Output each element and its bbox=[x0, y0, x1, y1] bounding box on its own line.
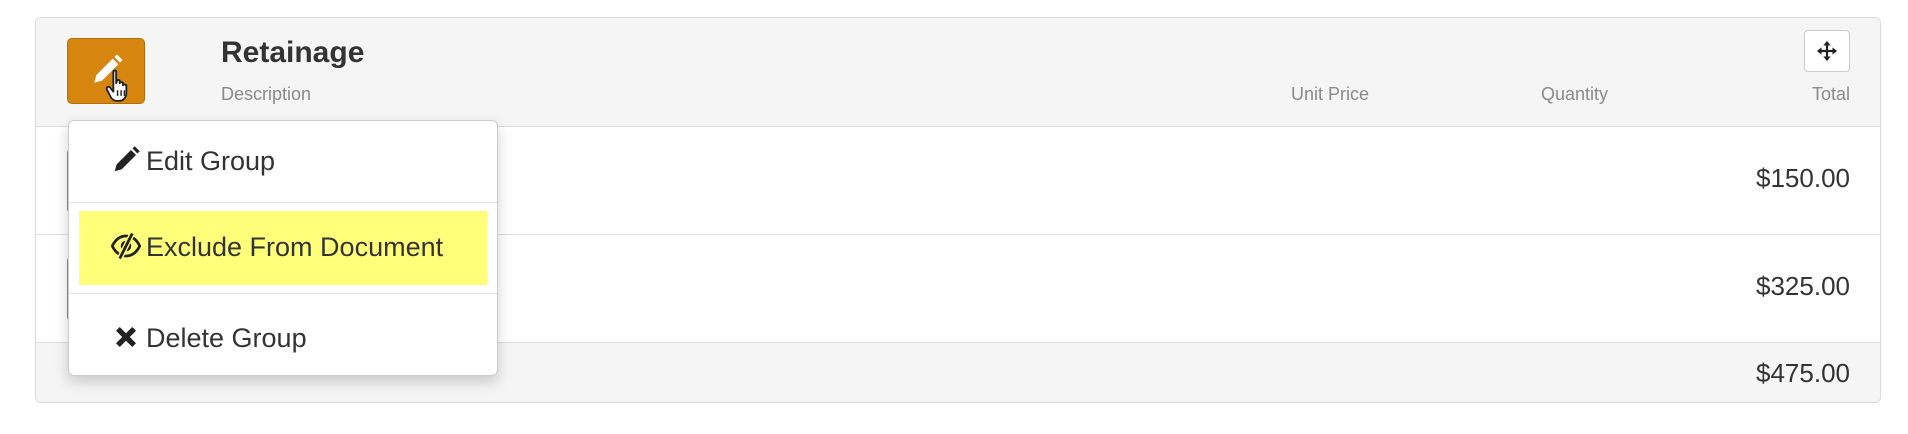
column-header-unit-price: Unit Price bbox=[1291, 84, 1370, 104]
group-total: $475.00 bbox=[1756, 358, 1850, 388]
group-header: Retainage Description Unit Price Quantit… bbox=[36, 18, 1880, 127]
move-arrows-icon bbox=[1816, 40, 1838, 62]
row-total: $150.00 bbox=[1756, 163, 1850, 193]
exclude-from-document-menu-item[interactable]: Exclude From Document bbox=[79, 211, 487, 285]
group-actions-button[interactable] bbox=[67, 38, 145, 104]
column-header-description: Description bbox=[221, 84, 312, 104]
eye-slash-icon bbox=[111, 232, 141, 260]
menu-divider bbox=[69, 293, 497, 294]
column-header-quantity: Quantity bbox=[1541, 84, 1609, 104]
menu-divider bbox=[69, 202, 497, 203]
pencil-icon bbox=[114, 146, 140, 172]
edit-group-label: Edit Group bbox=[146, 146, 276, 176]
delete-group-label: Delete Group bbox=[146, 323, 307, 353]
move-group-button[interactable] bbox=[1804, 30, 1850, 72]
group-title: Retainage bbox=[221, 36, 365, 69]
close-icon bbox=[116, 327, 136, 347]
exclude-from-document-label: Exclude From Document bbox=[146, 232, 444, 262]
hand-pointer-icon bbox=[105, 69, 128, 102]
delete-group-menu-item[interactable]: Delete Group bbox=[79, 302, 487, 376]
edit-group-menu-item[interactable]: Edit Group bbox=[79, 125, 487, 199]
group-actions-dropdown: Edit Group Exclude From Document Delete … bbox=[68, 120, 498, 376]
column-header-total: Total bbox=[1811, 84, 1850, 104]
row-total: $325.00 bbox=[1756, 271, 1850, 301]
